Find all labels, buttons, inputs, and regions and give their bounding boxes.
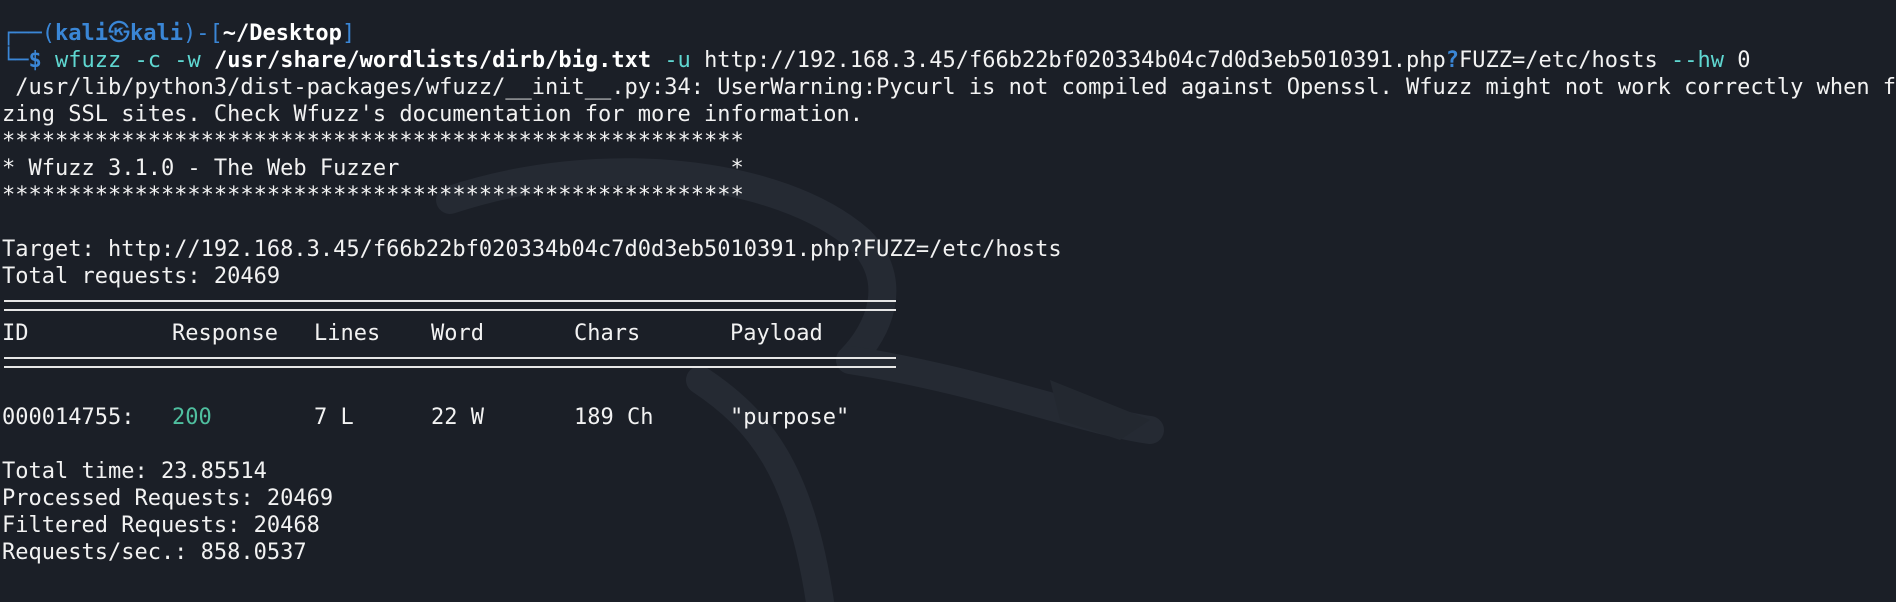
row-word: 22 W: [431, 405, 484, 430]
table-row: 000014755: 200 7 L 22 W 189 Ch "purpose": [2, 404, 1894, 431]
summary-processed: Processed Requests: 20469: [2, 486, 334, 511]
header-chars: Chars: [574, 321, 641, 346]
terminal-output: ┌──(kali㉿kali)-[~/Desktop] └─$ wfuzz -c …: [2, 20, 1896, 566]
banner-stars-top: ****************************************…: [2, 129, 744, 154]
prompt-dir: ~/Desktop: [222, 21, 342, 46]
prompt-host: kali: [129, 21, 183, 46]
cmd-qmark: ?: [1445, 48, 1460, 73]
header-response: Response: [172, 321, 278, 346]
banner-title: * Wfuzz 3.1.0 - The Web Fuzzer *: [2, 156, 744, 181]
target-line: Target: http://192.168.3.45/f66b22bf0203…: [2, 237, 1062, 262]
cmd-flags-cw: -c -w: [134, 48, 201, 73]
header-payload: Payload: [730, 321, 823, 346]
cmd-hw-value: 0: [1737, 48, 1751, 73]
summary-rate: Requests/sec.: 858.0537: [2, 540, 307, 565]
table-top-rule: [4, 300, 896, 311]
banner-stars-bottom: ****************************************…: [2, 183, 744, 208]
prompt-user: kali: [54, 21, 108, 46]
header-id: ID: [2, 321, 29, 346]
cmd-tool: wfuzz: [55, 48, 122, 73]
cmd-wordlist: /usr/share/wordlists/dirb/big.txt: [213, 48, 652, 73]
cmd-url-query: FUZZ=/etc/hosts: [1459, 48, 1658, 73]
table-header-row: ID Response Lines Word Chars Payload: [2, 320, 1894, 347]
summary-filtered: Filtered Requests: 20468: [2, 513, 320, 538]
prompt-line-1: ┌──(kali㉿kali)-[~/Desktop]: [2, 21, 356, 46]
table-bottom-rule: [4, 357, 896, 368]
total-requests-line: Total requests: 20469: [2, 264, 281, 289]
row-response: 200: [172, 405, 212, 430]
row-id: 000014755:: [2, 405, 135, 430]
summary-time: Total time: 23.85514: [2, 459, 267, 484]
cmd-url-base: http://192.168.3.45/f66b22bf020334b04c7d…: [704, 48, 1446, 73]
command-line[interactable]: └─$ wfuzz -c -w /usr/share/wordlists/dir…: [2, 47, 1894, 74]
prompt-symbol: $: [28, 48, 42, 73]
cmd-flag-u: -u: [664, 48, 691, 73]
header-lines: Lines: [314, 321, 381, 346]
warning-line-2: zing SSL sites. Check Wfuzz's documentat…: [2, 102, 863, 127]
warning-line-1: /usr/lib/python3/dist-packages/wfuzz/__i…: [2, 75, 1896, 100]
cmd-flag-hw: --hw: [1670, 48, 1724, 73]
row-payload: "purpose": [730, 405, 850, 430]
row-lines: 7 L: [314, 405, 354, 430]
row-chars: 189 Ch: [574, 405, 654, 430]
header-word: Word: [431, 321, 484, 346]
